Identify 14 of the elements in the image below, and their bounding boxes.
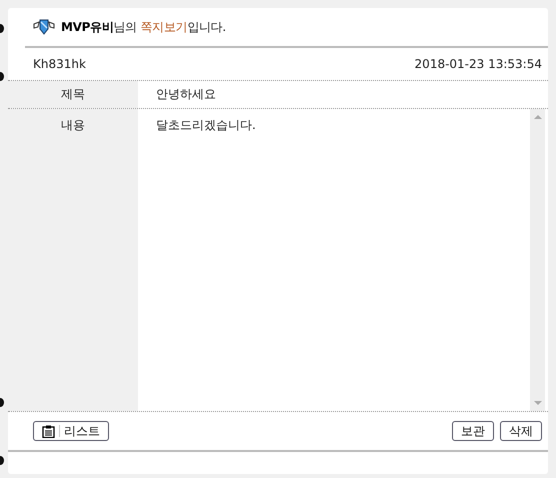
field-label: 내용	[8, 109, 138, 411]
shield-icon	[33, 19, 55, 35]
action-button[interactable]: 삭제	[500, 421, 542, 441]
subject-text: 안녕하세요	[155, 86, 216, 103]
field-label: 제목	[8, 81, 138, 108]
clipboard-icon	[42, 424, 55, 438]
sent-date: 2018-01-23 13:53:54	[414, 57, 542, 71]
scroll-up-icon[interactable]	[534, 115, 542, 119]
message-field[interactable]: 달초드리겠습니다.	[138, 109, 530, 411]
scroll-down-icon[interactable]	[534, 401, 542, 405]
page-title: MVP유비님의 쪽지보기 입니다.	[61, 18, 226, 36]
list-button[interactable]: 리스트	[33, 421, 109, 441]
sender-name: Kh831hk	[33, 57, 86, 71]
action-button[interactable]: 보관	[452, 421, 494, 441]
